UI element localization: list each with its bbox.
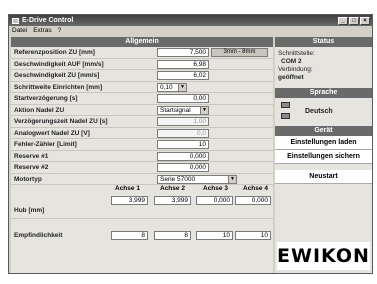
fehler-label: Fehler-Zähler [Limit] <box>14 141 77 148</box>
axis-header-4: Achse 4 <box>243 185 268 192</box>
language-value: Deutsch <box>305 108 333 115</box>
motortyp-select[interactable]: Serie 57000 ▼ <box>157 174 237 184</box>
menu-extras[interactable]: Extras <box>33 27 51 34</box>
geschw-zu-input[interactable]: 6,02 <box>157 71 209 80</box>
ewikon-logo: EWIKON <box>277 242 370 270</box>
status-connection-value: geöffnet <box>278 74 304 81</box>
reserve2-input[interactable]: 0,000 <box>157 163 209 172</box>
empf-label: Empfindlichkeit <box>14 232 63 239</box>
empf-input-3[interactable]: 10 <box>196 231 233 240</box>
status-interface-label: Schnittstelle: <box>278 50 315 57</box>
verzzeit-input[interactable]: 1,00 <box>157 117 209 126</box>
empf-input-4[interactable]: 10 <box>235 231 271 240</box>
row-aktion: Aktion Nadel ZU Startsignal ▼ <box>11 105 273 116</box>
save-settings-button[interactable]: Einstellungen sichern <box>275 150 372 164</box>
chevron-down-icon: ▼ <box>178 83 186 91</box>
row-geschw-auf: Geschwindigkeit AUF [mm/s] 6,98 <box>11 59 273 70</box>
row-motortyp: Motortyp Serie 57000 ▼ <box>11 174 273 185</box>
referenzposition-label: Referenzposition ZU [mm] <box>14 49 95 56</box>
row-geschw-zu: Geschwindigkeit ZU [mm/s] 6,02 <box>11 70 273 82</box>
close-button[interactable]: × <box>360 16 370 25</box>
sprache-header: Sprache <box>275 88 372 98</box>
main-window: E-Drive Control _ □ × Datei Extras ? All… <box>8 14 373 274</box>
allgemein-header: Allgemein <box>11 37 273 47</box>
maximize-button[interactable]: □ <box>349 16 359 25</box>
hub-label: Hub [mm] <box>14 207 45 214</box>
startverz-label: Startverzögerung [s] <box>14 95 78 102</box>
row-analogwert: Analogwert Nadel ZU [V] 0,0 <box>11 128 273 139</box>
row-fehler: Fehler-Zähler [Limit] 10 <box>11 139 273 151</box>
empf-input-2[interactable]: 8 <box>154 231 191 240</box>
reserve2-label: Reserve #2 <box>14 164 49 171</box>
app-icon <box>12 17 19 24</box>
verzzeit-label: Verzögerungszeit Nadel ZU [s] <box>14 118 108 125</box>
menu-help[interactable]: ? <box>58 27 62 34</box>
window-title: E-Drive Control <box>22 17 74 24</box>
status-interface-value: COM 2 <box>281 58 302 65</box>
analogwert-input[interactable]: 0,0 <box>157 128 209 138</box>
menu-bar: Datei Extras ? <box>9 26 372 35</box>
aktion-label: Aktion Nadel ZU <box>14 106 65 114</box>
row-reserve2: Reserve #2 0,000 <box>11 162 273 174</box>
status-info: Schnittstelle: COM 2 Verbindung: geöffne… <box>275 47 372 85</box>
hub-input-2[interactable]: 3,999 <box>154 196 191 205</box>
hub-input-4[interactable]: 0,000 <box>235 196 271 205</box>
language-selector[interactable]: Deutsch <box>275 98 372 126</box>
load-settings-button[interactable]: Einstellungen laden <box>275 136 372 150</box>
hub-input-3[interactable]: 0,000 <box>196 196 233 205</box>
row-referenzposition: Referenzposition ZU [mm] 7,500 3mm - 8mm <box>11 47 273 59</box>
reserve1-label: Reserve #1 <box>14 152 49 160</box>
hub-block: Achse 1 Achse 2 Achse 3 Achse 4 Hub [mm]… <box>11 185 273 219</box>
empf-input-1[interactable]: 8 <box>111 231 148 240</box>
geschw-auf-input[interactable]: 6,98 <box>157 59 209 69</box>
aktion-value: Startsignal <box>160 106 191 114</box>
fehler-input[interactable]: 10 <box>157 140 209 149</box>
row-startverz: Startverzögerung [s] 0,00 <box>11 93 273 105</box>
referenzposition-input[interactable]: 7,500 <box>157 48 209 57</box>
row-schrittweite: Schrittweite Einrichten [mm] 0,10 ▼ <box>11 82 273 93</box>
geschw-auf-label: Geschwindigkeit AUF [mm/s] <box>14 60 104 68</box>
restart-button[interactable]: Neustart <box>275 170 372 184</box>
geraet-header: Gerät <box>275 126 372 136</box>
axis-header-1: Achse 1 <box>115 185 140 192</box>
schrittweite-select[interactable]: 0,10 ▼ <box>157 82 187 92</box>
flag-icon[interactable] <box>281 102 290 108</box>
referenzposition-range: 3mm - 8mm <box>211 48 268 57</box>
row-reserve1: Reserve #1 0,000 <box>11 151 273 162</box>
reserve1-input[interactable]: 0,000 <box>157 151 209 161</box>
flag-icon[interactable] <box>281 113 290 119</box>
title-bar: E-Drive Control _ □ × <box>9 15 372 26</box>
motortyp-value: Serie 57000 <box>160 175 196 183</box>
schrittweite-label: Schrittweite Einrichten [mm] <box>14 83 103 91</box>
aktion-select[interactable]: Startsignal ▼ <box>157 105 209 115</box>
minimize-button[interactable]: _ <box>338 16 348 25</box>
menu-datei[interactable]: Datei <box>12 27 27 34</box>
axis-header-2: Achse 2 <box>160 185 185 192</box>
chevron-down-icon: ▼ <box>228 175 236 183</box>
axis-header-3: Achse 3 <box>203 185 228 192</box>
status-header: Status <box>275 37 372 47</box>
hub-input-1[interactable]: 3,999 <box>111 196 148 205</box>
geschw-zu-label: Geschwindigkeit ZU [mm/s] <box>14 72 100 79</box>
chevron-down-icon: ▼ <box>200 106 208 114</box>
side-panel: Status Schnittstelle: COM 2 Verbindung: … <box>275 37 372 273</box>
allgemein-panel: Allgemein Referenzposition ZU [mm] 7,500… <box>11 37 273 273</box>
empf-block: Empfindlichkeit 8 8 10 10 <box>11 219 273 243</box>
schrittweite-value: 0,10 <box>160 83 173 91</box>
row-verzzeit: Verzögerungszeit Nadel ZU [s] 1,00 <box>11 116 273 128</box>
analogwert-label: Analogwert Nadel ZU [V] <box>14 129 90 137</box>
status-connection-label: Verbindung: <box>278 66 313 73</box>
startverz-input[interactable]: 0,00 <box>157 94 209 103</box>
motortyp-label: Motortyp <box>14 175 42 183</box>
